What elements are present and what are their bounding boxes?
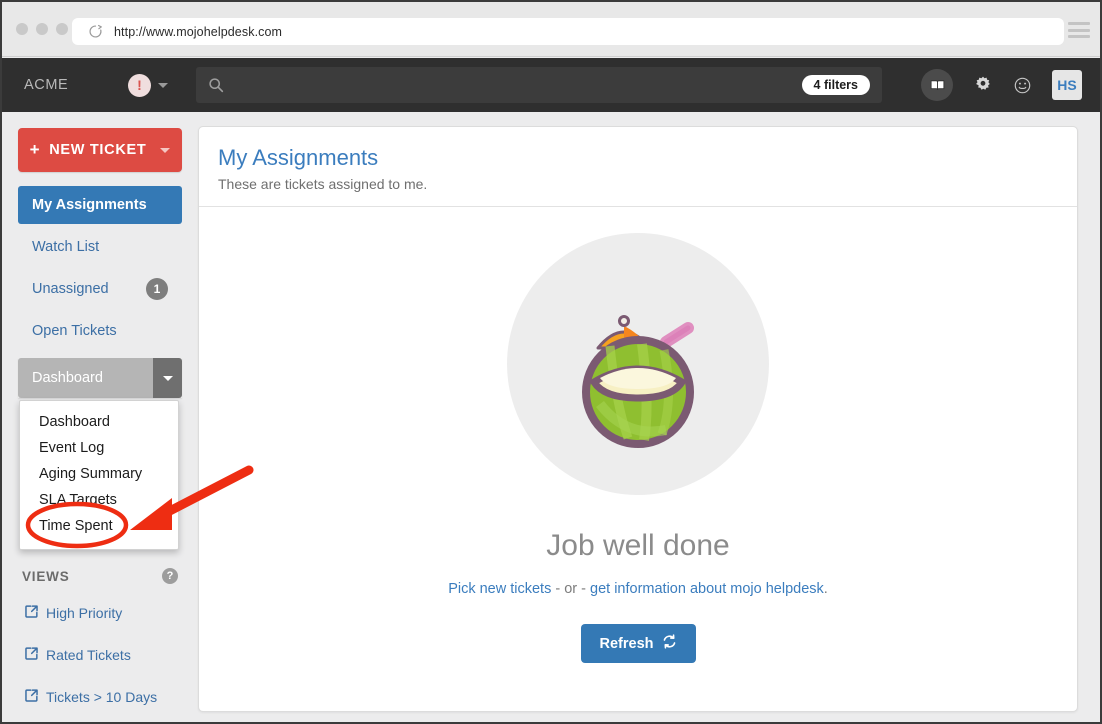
dropdown-item-dashboard[interactable]: Dashboard	[20, 409, 178, 435]
sidebar-item-label: Watch List	[32, 239, 100, 255]
panel-header: My Assignments These are tickets assigne…	[199, 127, 1077, 207]
view-item-label: High Priority	[46, 605, 123, 621]
chevron-down-icon	[162, 375, 173, 381]
empty-state-title: Job well done	[546, 529, 730, 562]
global-search-box[interactable]: 4 filters	[196, 67, 882, 103]
url-text[interactable]: http://www.mojohelpdesk.com	[114, 25, 282, 39]
refresh-icon	[662, 634, 677, 653]
browser-chrome: http://www.mojohelpdesk.com	[2, 2, 1100, 57]
sidebar-item-my-assignments[interactable]: My Assignments	[18, 186, 182, 224]
dashboard-select[interactable]: Dashboard	[18, 358, 182, 398]
empty-state: Job well done Pick new tickets - or - ge…	[199, 207, 1077, 663]
search-icon	[208, 77, 224, 93]
window-traffic-lights[interactable]	[16, 23, 68, 35]
refresh-button-label: Refresh	[599, 635, 654, 652]
avatar[interactable]: HS	[1052, 70, 1082, 100]
dropdown-item-event-log[interactable]: Event Log	[20, 435, 178, 461]
main-content-panel: My Assignments These are tickets assigne…	[198, 126, 1078, 712]
empty-state-links: Pick new tickets - or - get information …	[448, 581, 828, 597]
page-title: My Assignments	[218, 145, 379, 170]
external-link-icon	[24, 604, 39, 622]
reload-icon[interactable]	[80, 24, 110, 39]
maximize-window-button[interactable]	[56, 23, 68, 35]
new-ticket-button[interactable]: + NEW TICKET	[18, 128, 182, 172]
sidebar-item-label: Unassigned	[32, 281, 109, 297]
view-item-tickets-over-10-days[interactable]: Tickets > 10 Days	[18, 684, 182, 710]
sidebar-item-watch-list[interactable]: Watch List	[18, 228, 182, 266]
sidebar-item-label: Open Tickets	[32, 323, 117, 339]
search-input[interactable]	[224, 77, 882, 93]
view-item-label: Tickets > 10 Days	[46, 689, 158, 705]
external-link-icon	[24, 646, 39, 664]
alerts-menu[interactable]: !	[128, 73, 168, 97]
mojo-helpdesk-info-link[interactable]: get information about mojo helpdesk	[590, 581, 824, 597]
help-icon[interactable]: ?	[162, 568, 178, 584]
address-bar[interactable]: http://www.mojohelpdesk.com	[72, 18, 1064, 45]
chevron-down-icon[interactable]	[160, 147, 171, 153]
alert-exclamation-icon[interactable]: !	[128, 73, 151, 97]
dropdown-item-sla-targets[interactable]: SLA Targets	[20, 487, 178, 513]
view-item-label: Rated Tickets	[46, 647, 131, 663]
dashboard-select-value[interactable]: Dashboard	[18, 358, 153, 398]
empty-period: .	[823, 581, 828, 597]
dashboard-dropdown-menu[interactable]: Dashboard Event Log Aging Summary SLA Ta…	[19, 400, 179, 550]
app-bar-actions: HS	[921, 58, 1082, 112]
views-title: VIEWS	[22, 568, 70, 584]
empty-separator: - or -	[551, 581, 591, 597]
coconut-drink-illustration	[507, 233, 769, 495]
unassigned-count-badge: 1	[146, 278, 168, 300]
page-subtitle: These are tickets assigned to me.	[218, 176, 428, 192]
dropdown-item-aging-summary[interactable]: Aging Summary	[20, 461, 178, 487]
new-ticket-label: NEW TICKET	[49, 142, 147, 158]
knowledge-base-icon[interactable]	[921, 69, 953, 101]
dropdown-item-time-spent[interactable]: Time Spent	[20, 513, 178, 539]
feedback-smiley-icon[interactable]	[1013, 76, 1032, 95]
browser-window: http://www.mojohelpdesk.com ACME ! 4 fil…	[0, 0, 1102, 724]
sidebar-nav: My Assignments Watch List Unassigned 1 O…	[18, 186, 182, 350]
brand-name: ACME	[24, 77, 69, 93]
sidebar-item-label: My Assignments	[32, 197, 147, 213]
plus-icon: +	[29, 140, 41, 159]
sidebar-item-unassigned[interactable]: Unassigned 1	[18, 270, 182, 308]
view-item-rated-tickets[interactable]: Rated Tickets	[18, 642, 182, 668]
settings-gear-icon[interactable]	[973, 75, 993, 95]
close-window-button[interactable]	[16, 23, 28, 35]
external-link-icon	[24, 688, 39, 706]
dashboard-select-toggle[interactable]	[153, 358, 182, 398]
sidebar-item-open-tickets[interactable]: Open Tickets	[18, 312, 182, 350]
chevron-down-icon[interactable]	[158, 82, 168, 88]
hamburger-menu-icon[interactable]	[1068, 22, 1090, 38]
view-item-high-priority[interactable]: High Priority	[18, 600, 182, 626]
filters-badge[interactable]: 4 filters	[801, 75, 870, 95]
minimize-window-button[interactable]	[36, 23, 48, 35]
pick-new-tickets-link[interactable]: Pick new tickets	[448, 581, 551, 597]
refresh-button[interactable]: Refresh	[580, 624, 696, 663]
views-header: VIEWS ?	[18, 568, 182, 584]
